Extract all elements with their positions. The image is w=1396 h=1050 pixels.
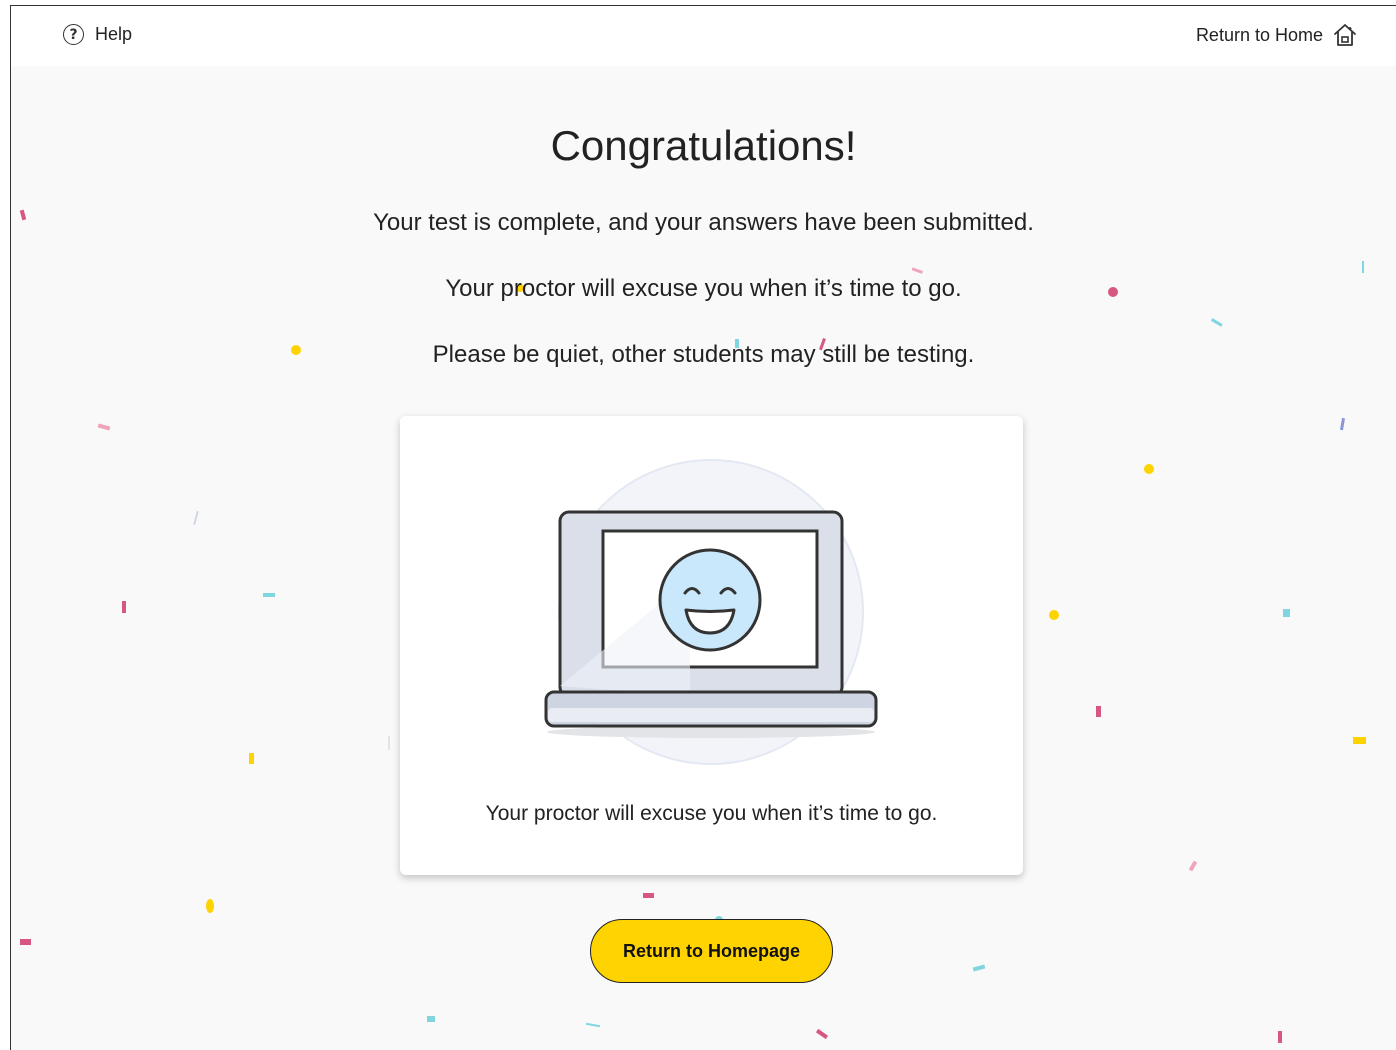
return-to-home-label: Return to Home (1195, 24, 1323, 45)
completion-message: Your test is complete, and your answers … (373, 209, 1034, 236)
completion-card: Your proctor will excuse you when it’s t… (400, 416, 1023, 875)
help-button[interactable]: ? Help (63, 24, 132, 45)
help-label: Help (95, 24, 133, 44)
page-frame: ? Help Return to Home Congratulations! Y… (10, 5, 1396, 1050)
return-to-home-link[interactable]: Return to Home (1196, 22, 1358, 48)
question-circle-icon: ? (63, 24, 84, 45)
proctor-message: Your proctor will excuse you when it’s t… (445, 275, 962, 302)
return-to-homepage-button[interactable]: Return to Homepage (590, 919, 833, 983)
top-bar: ? Help Return to Home (11, 6, 1396, 66)
quiet-message: Please be quiet, other students may stil… (432, 341, 975, 368)
page-title: Congratulations! (550, 122, 857, 169)
card-proctor-message: Your proctor will excuse you when it’s t… (485, 802, 938, 825)
smiling-laptop-illustration (544, 459, 878, 765)
house-icon (1334, 24, 1356, 46)
